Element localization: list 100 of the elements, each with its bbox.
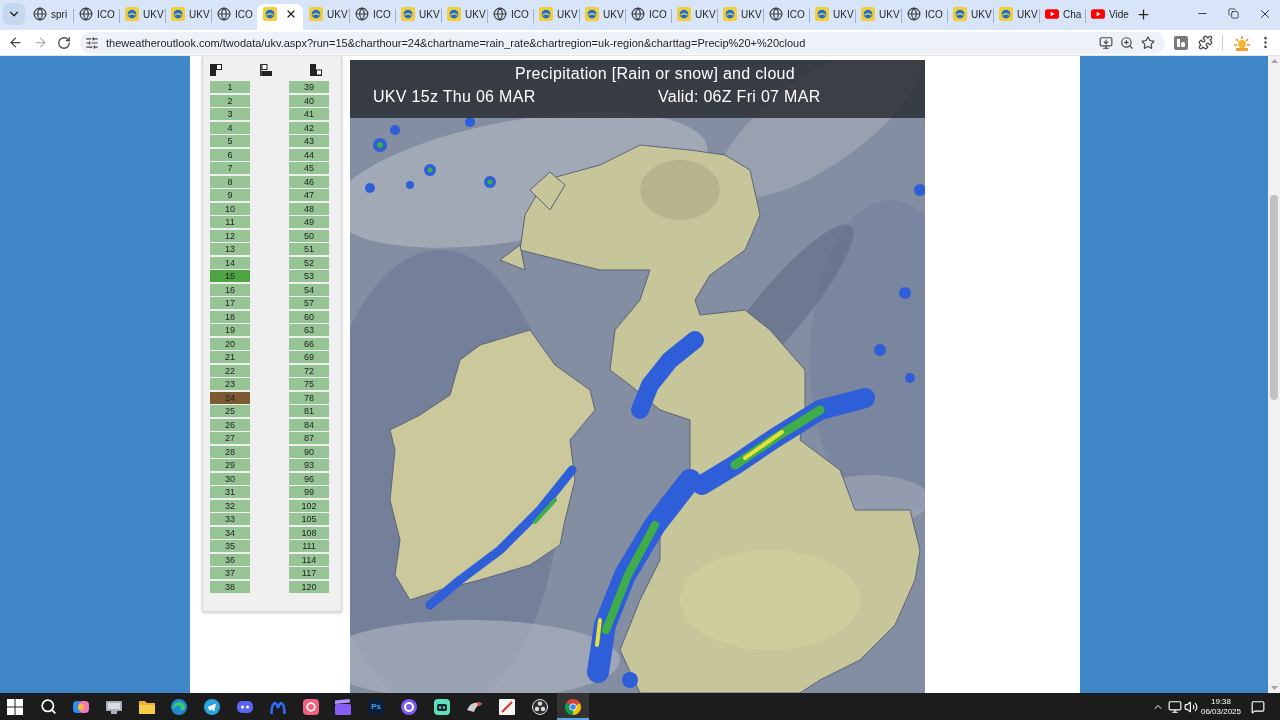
hour-button[interactable]: 90	[289, 445, 329, 458]
browser-tab[interactable]: UKV	[533, 4, 579, 30]
hour-button[interactable]: 52	[289, 256, 329, 269]
paper-plane-icon[interactable]	[204, 698, 221, 715]
rounded-face-icon[interactable]	[236, 698, 253, 715]
hour-button[interactable]: 8	[210, 175, 250, 188]
hour-button[interactable]: 34	[210, 526, 250, 539]
hour-button[interactable]: 16	[210, 283, 250, 296]
extension-tile-icon[interactable]	[1174, 35, 1188, 50]
address-bar[interactable]: theweatheroutlook.com/twodata/ukv.aspx?run=15&charthour=24&chartname=rain_rate&chartregion=uk-region&charttag=Precip%20+%20cloud	[80, 31, 1165, 54]
extensions-icon[interactable]	[1198, 35, 1213, 50]
hour-button[interactable]: 78	[289, 391, 329, 404]
bookmark-star-icon[interactable]	[1141, 35, 1155, 50]
hour-button[interactable]: 105	[289, 513, 329, 525]
browser-tab[interactable]: ICO	[763, 4, 809, 30]
layout-icon[interactable]	[210, 64, 222, 76]
hour-button[interactable]: 57	[289, 297, 329, 309]
four-squares-icon[interactable]	[7, 698, 24, 715]
hour-button[interactable]: 10	[210, 202, 250, 215]
url-text[interactable]: theweatheroutlook.com/twodata/ukv.aspx?run=15&charthour=24&chartname=rain_rate&chartregion=uk-region&charttag=Precip%20+%20cloud	[106, 36, 806, 49]
network-icon[interactable]	[1168, 699, 1182, 714]
hour-button[interactable]: 33	[210, 513, 250, 525]
aperture-icon[interactable]	[532, 698, 549, 715]
browser-tab[interactable]: UKV	[809, 4, 855, 30]
scrollbar-track[interactable]	[1268, 56, 1280, 693]
hour-button[interactable]: 3	[210, 108, 250, 120]
hour-button[interactable]: 37	[210, 567, 250, 579]
hour-button[interactable]: 87	[289, 432, 329, 444]
hour-button[interactable]: 17	[210, 297, 250, 309]
hour-button[interactable]: 117	[289, 567, 329, 579]
clock-date[interactable]: 06/03/2025	[1200, 706, 1241, 717]
hour-button[interactable]: 21	[210, 351, 250, 363]
taskbar-app-button[interactable]: Ps	[359, 693, 393, 720]
hour-button[interactable]: 20	[210, 337, 250, 350]
site-info-icon[interactable]	[85, 35, 99, 50]
close-icon[interactable]	[285, 8, 297, 20]
browser-tab[interactable]: UKV	[993, 4, 1039, 30]
browser-tab[interactable]: UKV	[717, 4, 763, 30]
browser-tab[interactable]: UKV	[579, 4, 625, 30]
hour-button[interactable]: 11	[210, 216, 250, 228]
hour-button[interactable]: 93	[289, 459, 329, 471]
hour-button[interactable]: 99	[289, 486, 329, 498]
hour-button[interactable]: 13	[210, 243, 250, 255]
taskbar-app-button[interactable]	[556, 693, 590, 720]
hour-button[interactable]: 1	[210, 81, 250, 93]
hour-button[interactable]: 84	[289, 418, 329, 431]
volume-icon[interactable]	[1184, 699, 1198, 714]
hour-button[interactable]: 26	[210, 418, 250, 431]
hour-button[interactable]: 18	[210, 310, 250, 323]
hour-button[interactable]: 96	[289, 472, 329, 485]
tricolor-circle-icon[interactable]	[564, 698, 581, 715]
hour-button[interactable]: 40	[289, 94, 329, 107]
browser-tab[interactable]: UKV	[303, 4, 349, 30]
hour-button[interactable]: 32	[210, 499, 250, 512]
browser-tab[interactable]: ICO	[211, 4, 257, 30]
browser-tab[interactable]: ICO	[487, 4, 533, 30]
hour-button[interactable]: 120	[289, 580, 329, 593]
browser-tab[interactable]: ICO	[73, 4, 119, 30]
layout-icon[interactable]	[260, 64, 272, 76]
hour-button[interactable]: 75	[289, 378, 329, 390]
zoom-icon[interactable]	[1120, 35, 1134, 50]
folder-icon[interactable]	[138, 698, 155, 715]
browser-tab[interactable]: Cha	[1039, 4, 1085, 30]
hour-button[interactable]: 53	[289, 270, 329, 282]
hour-button[interactable]: 38	[210, 580, 250, 593]
clock-time[interactable]: 19:38	[1211, 696, 1231, 707]
hour-button[interactable]: 44	[289, 148, 329, 161]
hour-button[interactable]: 42	[289, 121, 329, 134]
hour-button[interactable]: 69	[289, 351, 329, 363]
hour-button[interactable]: 60	[289, 310, 329, 323]
hour-button[interactable]: 41	[289, 108, 329, 120]
tab-list-button[interactable]	[3, 3, 25, 25]
hour-button[interactable]: 49	[289, 216, 329, 228]
hour-button[interactable]: 111	[289, 540, 329, 552]
hour-button[interactable]: 4	[210, 121, 250, 134]
browser-tab[interactable]: ICO	[901, 4, 947, 30]
install-icon[interactable]	[1099, 35, 1113, 50]
camera-icon[interactable]	[302, 698, 319, 715]
hour-button[interactable]: 29	[210, 459, 250, 471]
hour-button[interactable]: 48	[289, 202, 329, 215]
crescent-circle-icon[interactable]	[171, 698, 188, 715]
robot-face-icon[interactable]	[433, 698, 450, 715]
hour-button[interactable]: 81	[289, 405, 329, 417]
clapperboard-icon[interactable]	[335, 698, 352, 715]
hour-button[interactable]: 30	[210, 472, 250, 485]
browser-tab[interactable]: spri	[27, 4, 73, 30]
hour-button[interactable]: 35	[210, 540, 250, 552]
hour-button[interactable]: 46	[289, 175, 329, 188]
hour-button[interactable]: 36	[210, 553, 250, 566]
slash-tile-icon[interactable]	[499, 698, 516, 715]
hour-button[interactable]: 27	[210, 432, 250, 444]
browser-tab[interactable]: ICO	[625, 4, 671, 30]
scrollbar-thumb[interactable]	[1270, 195, 1278, 400]
hour-button[interactable]: 63	[289, 324, 329, 336]
hour-button[interactable]: 7	[210, 162, 250, 174]
hour-button[interactable]: 6	[210, 148, 250, 161]
hour-button[interactable]: 15	[210, 270, 250, 282]
ring-icon[interactable]	[400, 698, 417, 715]
hour-button[interactable]: 47	[289, 189, 329, 201]
hour-button[interactable]: 45	[289, 162, 329, 174]
